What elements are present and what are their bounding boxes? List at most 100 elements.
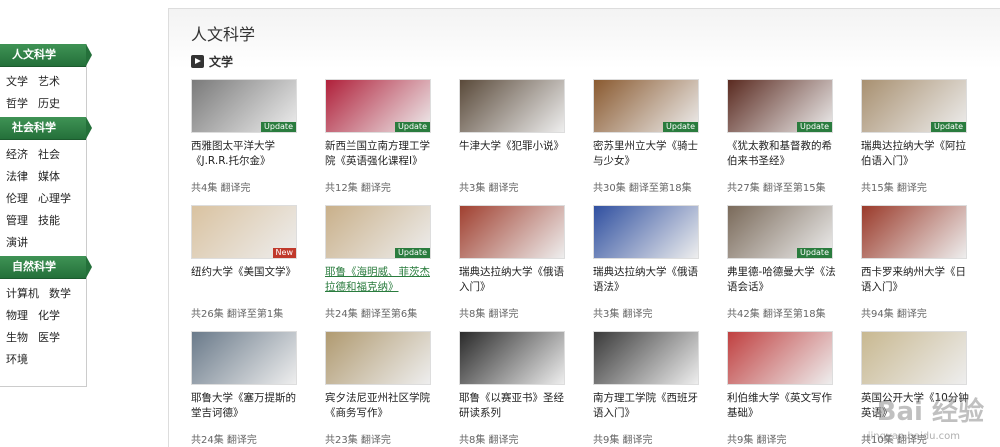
course-meta: 共30集 翻译至第18集 bbox=[593, 183, 692, 194]
course-title[interactable]: 宾夕法尼亚州社区学院《商务写作》 bbox=[325, 391, 439, 421]
course-thumbnail[interactable] bbox=[325, 331, 431, 385]
course-title[interactable]: 耶鲁《以赛亚书》圣经研读系列 bbox=[459, 391, 573, 421]
course-title[interactable]: 新西兰国立南方理工学院《英语强化课程I》 bbox=[325, 139, 439, 169]
course-meta: 共23集 翻译完 bbox=[325, 435, 391, 446]
category-link[interactable]: 历史 bbox=[38, 93, 60, 115]
course-title[interactable]: 瑞典达拉纳大学《俄语语法》 bbox=[593, 265, 707, 295]
course-title[interactable]: 瑞典达拉纳大学《阿拉伯语入门》 bbox=[861, 139, 975, 169]
course-thumbnail[interactable] bbox=[593, 331, 699, 385]
category-header[interactable]: 社会科学 bbox=[0, 117, 92, 140]
category-header[interactable]: 自然科学 bbox=[0, 256, 92, 279]
course-meta: 共8集 翻译完 bbox=[459, 309, 519, 320]
category-link[interactable]: 媒体 bbox=[38, 166, 60, 188]
course-card[interactable]: Update 耶鲁《海明威、菲茨杰拉德和福克纳》 共24集 翻译至第6集 bbox=[325, 205, 437, 320]
category-link[interactable]: 艺术 bbox=[38, 71, 60, 93]
watermark-url: jingyan.baidu.com bbox=[867, 431, 960, 442]
status-badge: Update bbox=[395, 248, 430, 258]
course-meta: 共3集 翻译完 bbox=[593, 309, 653, 320]
category-row: 计算机 数学 bbox=[6, 283, 86, 305]
category-link[interactable]: 数学 bbox=[49, 283, 71, 305]
category-link[interactable]: 演讲 bbox=[6, 232, 28, 254]
course-thumbnail[interactable]: Update bbox=[727, 205, 833, 259]
course-title[interactable]: 瑞典达拉纳大学《俄语入门》 bbox=[459, 265, 573, 295]
course-title[interactable]: 密苏里州立大学《骑士与少女》 bbox=[593, 139, 707, 169]
course-title[interactable]: 牛津大学《犯罪小说》 bbox=[459, 139, 573, 169]
course-thumbnail[interactable] bbox=[727, 331, 833, 385]
course-card[interactable]: 瑞典达拉纳大学《俄语语法》共3集 翻译完 bbox=[593, 205, 705, 320]
category-link[interactable]: 技能 bbox=[38, 210, 60, 232]
category-link[interactable]: 化学 bbox=[38, 305, 60, 327]
course-card[interactable]: Update 西雅图太平洋大学《J.R.R.托尔金》共4集 翻译完 bbox=[191, 79, 303, 194]
page-title: 人文科学 bbox=[191, 25, 256, 44]
category-link[interactable]: 心理学 bbox=[38, 188, 71, 210]
course-thumbnail[interactable] bbox=[191, 331, 297, 385]
course-card[interactable]: 耶鲁《以赛亚书》圣经研读系列共8集 翻译完 bbox=[459, 331, 571, 446]
category-row: 物理 化学 bbox=[6, 305, 86, 327]
course-title[interactable]: 《犹太教和基督教的希伯来书圣经》 bbox=[727, 139, 841, 169]
course-thumbnail[interactable]: Update bbox=[727, 79, 833, 133]
course-thumbnail[interactable]: Update bbox=[593, 79, 699, 133]
category-sidebar: 人文科学 文学 艺术 哲学 历史 社会科学 经济 社会 法律 媒体 伦理 心理学 管理 技能 演讲 自然科学计… bbox=[0, 44, 92, 387]
course-thumbnail[interactable] bbox=[459, 331, 565, 385]
course-meta: 共8集 翻译完 bbox=[459, 435, 519, 446]
course-thumbnail[interactable] bbox=[861, 331, 967, 385]
course-meta: 共94集 翻译完 bbox=[861, 309, 927, 320]
course-title[interactable]: 西卡罗来纳州大学《日语入门》 bbox=[861, 265, 975, 295]
course-meta: 共24集 翻译完 bbox=[191, 435, 257, 446]
course-card[interactable]: 英国公开大学《10分钟英语》 共10集 翻译完 bbox=[861, 331, 973, 446]
category-row: 环境 bbox=[6, 349, 86, 371]
course-thumbnail[interactable] bbox=[861, 205, 967, 259]
category-link[interactable]: 哲学 bbox=[6, 93, 28, 115]
category-row: 哲学 历史 bbox=[6, 93, 86, 115]
course-card[interactable]: Update 密苏里州立大学《骑士与少女》共30集 翻译至第18集 bbox=[593, 79, 705, 194]
status-badge: Update bbox=[261, 122, 296, 132]
course-card[interactable]: Update 瑞典达拉纳大学《阿拉伯语入门》 共15集 翻译完 bbox=[861, 79, 973, 194]
status-badge: Update bbox=[395, 122, 430, 132]
course-thumbnail[interactable]: Update bbox=[861, 79, 967, 133]
main-content: 人文科学 文学 Update 西雅图太平洋大学《J.R.R.托尔金》 共4集 翻译完… bbox=[168, 8, 1000, 447]
category-row: 文学 艺术 bbox=[6, 71, 86, 93]
course-title[interactable]: 弗里德-哈德曼大学《法语会话》 bbox=[727, 265, 841, 295]
category-link[interactable]: 管理 bbox=[6, 210, 28, 232]
course-thumbnail[interactable]: Update bbox=[325, 205, 431, 259]
course-card[interactable]: 宾夕法尼亚州社区学院《商务写作》共23集 翻译完 bbox=[325, 331, 437, 446]
category-link[interactable]: 物理 bbox=[6, 305, 28, 327]
category-link[interactable]: 文学 bbox=[6, 71, 28, 93]
category-link[interactable]: 医学 bbox=[38, 327, 60, 349]
category-header[interactable]: 人文科学 bbox=[0, 44, 92, 67]
course-title[interactable]: 利伯维大学《英文写作基础》 bbox=[727, 391, 841, 421]
course-title[interactable]: 南方理工学院《西班牙语入门》 bbox=[593, 391, 707, 421]
course-thumbnail[interactable]: Update bbox=[325, 79, 431, 133]
course-card[interactable]: 利伯维大学《英文写作基础》 共9集 翻译完 bbox=[727, 331, 839, 446]
category-link[interactable]: 经济 bbox=[6, 144, 28, 166]
course-thumbnail[interactable] bbox=[459, 79, 565, 133]
course-card[interactable]: Update 新西兰国立南方理工学院《英语强化课程I》 共12集 翻译完 bbox=[325, 79, 437, 194]
course-card[interactable]: 西卡罗来纳州大学《日语入门》共94集 翻译完 bbox=[861, 205, 973, 320]
course-card[interactable]: 南方理工学院《西班牙语入门》 共9集 翻译完 bbox=[593, 331, 705, 446]
course-title[interactable]: 耶鲁大学《塞万提斯的堂吉诃德》 bbox=[191, 391, 305, 421]
course-title[interactable]: 纽约大学《美国文学》 bbox=[191, 265, 305, 295]
course-thumbnail[interactable]: New bbox=[191, 205, 297, 259]
category-items: 文学 艺术 哲学 历史 bbox=[0, 67, 86, 117]
category-link[interactable]: 社会 bbox=[38, 144, 60, 166]
course-card[interactable]: Update 《犹太教和基督教的希伯来书圣经》 共27集 翻译至第15集 bbox=[727, 79, 839, 194]
category-link[interactable]: 法律 bbox=[6, 166, 28, 188]
category-link[interactable]: 环境 bbox=[6, 349, 28, 371]
category-link[interactable]: 生物 bbox=[6, 327, 28, 349]
course-card[interactable]: 牛津大学《犯罪小说》 共3集 翻译完 bbox=[459, 79, 571, 194]
course-thumbnail[interactable]: Update bbox=[191, 79, 297, 133]
course-card[interactable]: New 纽约大学《美国文学》 共26集 翻译至第1集 bbox=[191, 205, 303, 320]
course-meta: 共4集 翻译完 bbox=[191, 183, 251, 194]
category-link[interactable]: 计算机 bbox=[6, 283, 39, 305]
course-thumbnail[interactable] bbox=[593, 205, 699, 259]
course-card[interactable]: Update 弗里德-哈德曼大学《法语会话》 共42集 翻译至第18集 bbox=[727, 205, 839, 320]
status-badge: New bbox=[272, 248, 296, 258]
play-icon bbox=[191, 54, 204, 68]
status-badge: Update bbox=[931, 122, 966, 132]
course-card[interactable]: 耶鲁大学《塞万提斯的堂吉诃德》共24集 翻译完 bbox=[191, 331, 303, 446]
category-link[interactable]: 伦理 bbox=[6, 188, 28, 210]
course-title[interactable]: 耶鲁《海明威、菲茨杰拉德和福克纳》 bbox=[325, 265, 439, 295]
course-card[interactable]: 瑞典达拉纳大学《俄语入门》共8集 翻译完 bbox=[459, 205, 571, 320]
course-thumbnail[interactable] bbox=[459, 205, 565, 259]
course-title[interactable]: 西雅图太平洋大学《J.R.R.托尔金》 bbox=[191, 139, 305, 169]
